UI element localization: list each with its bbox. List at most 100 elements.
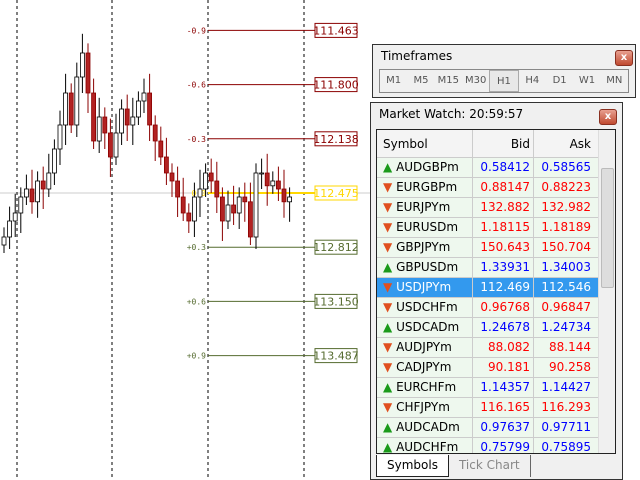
price-label: 111.800 — [313, 79, 359, 92]
candle-body — [253, 172, 259, 238]
table-row[interactable]: ▼ EURGBPm 0.88147 0.88223 — [377, 178, 615, 198]
timeframe-d1[interactable]: D1 — [546, 70, 573, 92]
close-icon[interactable]: x — [599, 109, 617, 125]
timeframe-m30[interactable]: M30 — [462, 70, 489, 92]
symbol-cell: ▲ AUDCHFm — [377, 438, 473, 454]
arrow-down-icon: ▼ — [383, 280, 393, 294]
tab-tick-chart[interactable]: Tick Chart — [449, 455, 531, 477]
bid-cell: 0.96768 — [473, 298, 534, 317]
table-row[interactable]: ▼ GBPJPYm 150.643 150.704 — [377, 238, 615, 258]
table-row[interactable]: ▼ CHFJPYm 116.165 116.293 — [377, 398, 615, 418]
candle-body — [242, 196, 248, 203]
candle-body — [91, 92, 96, 142]
column-symbol[interactable]: Symbol — [377, 130, 473, 157]
timeframe-toolbar: M1 M5 M15 M30 H1 H4 D1 W1 MN — [379, 69, 629, 93]
symbol-name: EURJPYm — [396, 200, 451, 214]
symbol-name: AUDJPYm — [396, 340, 452, 354]
market-watch-title: Market Watch: 20:59:57 — [379, 107, 524, 121]
ask-cell: 1.18189 — [541, 220, 591, 234]
table-row[interactable]: ▲ AUDCADm 0.97637 0.97711 — [377, 418, 615, 438]
candle-body — [163, 156, 169, 174]
table-row[interactable]: ▲ USDCADm 1.24678 1.24734 — [377, 318, 615, 338]
candle-body — [259, 172, 265, 175]
price-label: 112.812 — [313, 241, 359, 254]
table-header: Symbol Bid Ask — [377, 130, 615, 158]
candle-body — [214, 180, 220, 198]
candle-body — [247, 201, 253, 238]
arrow-down-icon: ▼ — [383, 240, 393, 254]
timeframe-m5[interactable]: M5 — [407, 70, 434, 92]
candle-body — [169, 172, 175, 182]
symbol-name: EURGBPm — [396, 180, 458, 194]
timeframe-m15[interactable]: M15 — [435, 70, 462, 92]
symbol-name: AUDGBPm — [396, 160, 459, 174]
timeframe-w1[interactable]: W1 — [573, 70, 600, 92]
column-bid[interactable]: Bid — [473, 130, 534, 157]
candle-body — [18, 196, 24, 214]
candle-body — [208, 172, 214, 182]
arrow-down-icon: ▼ — [383, 200, 393, 214]
symbol-cell: ▲ AUDCADm — [377, 418, 473, 437]
bid-cell: 1.18115 — [473, 218, 534, 237]
market-watch-tabs: Symbols Tick Chart — [376, 455, 531, 477]
candle-body — [281, 188, 287, 203]
candle-body — [236, 196, 242, 214]
arrow-up-icon: ▲ — [383, 380, 393, 394]
price-label: 112.475 — [313, 187, 359, 200]
market-watch-panel: Market Watch: 20:59:57 x Symbol Bid Ask … — [370, 102, 623, 480]
ask-cell: 132.982 — [541, 200, 591, 214]
table-row[interactable]: ▲ EURCHFm 1.14357 1.14427 — [377, 378, 615, 398]
symbol-name: CHFJPYm — [396, 400, 450, 414]
symbol-cell: ▼ GBPJPYm — [377, 238, 473, 257]
candle-body — [186, 212, 192, 222]
candle-body — [74, 76, 80, 126]
candle-body — [180, 196, 186, 214]
timeframe-m1[interactable]: M1 — [380, 70, 407, 92]
timeframe-h4[interactable]: H4 — [519, 70, 546, 92]
table-row[interactable]: ▼ EURUSDm 1.18115 1.18189 — [377, 218, 615, 238]
candle-body — [46, 172, 52, 190]
table-row[interactable]: ▲ AUDGBPm 0.58412 0.58565 — [377, 158, 615, 178]
bid-cell: 132.882 — [473, 198, 534, 217]
candle-body — [96, 116, 102, 142]
arrow-down-icon: ▼ — [383, 340, 393, 354]
bid-cell: 112.469 — [473, 278, 534, 297]
ask-cell: 90.258 — [549, 360, 591, 374]
table-row[interactable]: ▼ CADJPYm 90.181 90.258 — [377, 358, 615, 378]
table-row[interactable]: ▲ AUDCHFm 0.75799 0.75895 — [377, 438, 615, 454]
table-row[interactable]: ▼ USDCHFm 0.96768 0.96847 — [377, 298, 615, 318]
scrollbar[interactable] — [598, 130, 615, 453]
column-ask[interactable]: Ask — [534, 130, 595, 157]
table-row[interactable]: ▲ GBPUSDm 1.33931 1.34003 — [377, 258, 615, 278]
symbol-cell: ▼ USDCHFm — [377, 298, 473, 317]
candle-body — [264, 172, 270, 187]
candle-body — [152, 124, 158, 142]
symbol-name: USDJPYm — [396, 280, 452, 294]
arrow-up-icon: ▲ — [383, 160, 393, 174]
scrollbar-thumb[interactable] — [601, 168, 614, 288]
candle-body — [141, 92, 147, 102]
bid-cell: 1.33931 — [473, 258, 534, 277]
tab-symbols[interactable]: Symbols — [376, 455, 449, 477]
candle-body — [119, 108, 124, 134]
symbol-name: GBPUSDm — [396, 260, 459, 274]
symbol-name: USDCADm — [396, 320, 460, 334]
bid-cell: 1.24678 — [473, 318, 534, 337]
table-row[interactable]: ▼ USDJPYm 112.469 112.546 — [377, 278, 615, 298]
timeframe-h1[interactable]: H1 — [489, 70, 519, 92]
ask-cell: 0.58565 — [541, 160, 591, 174]
candle-body — [147, 92, 153, 126]
table-row[interactable]: ▼ EURJPYm 132.882 132.982 — [377, 198, 615, 218]
candle-body — [68, 92, 74, 126]
table-row[interactable]: ▼ AUDJPYm 88.082 88.144 — [377, 338, 615, 358]
candle-body — [57, 124, 63, 150]
arrow-up-icon: ▲ — [383, 320, 393, 334]
candle-body — [219, 196, 225, 222]
close-icon[interactable]: x — [615, 50, 633, 66]
fib-level-label: +0.3 — [187, 243, 206, 252]
candle-body — [52, 148, 57, 174]
arrow-up-icon: ▲ — [383, 440, 393, 454]
candle-body — [175, 180, 181, 198]
timeframe-mn[interactable]: MN — [601, 70, 628, 92]
candle-body — [40, 180, 46, 190]
